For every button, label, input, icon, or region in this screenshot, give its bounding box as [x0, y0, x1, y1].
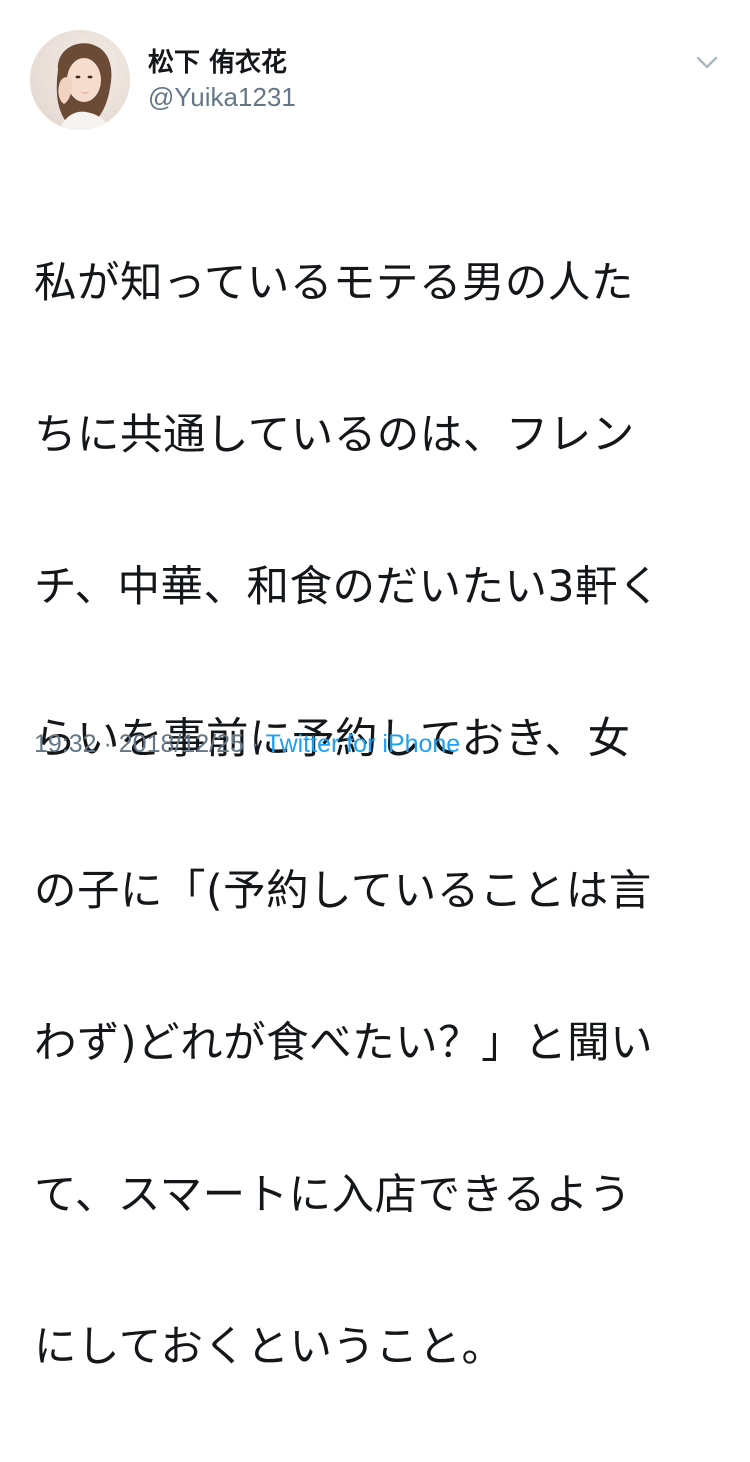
- tweet-text-line: ちに共通しているのは、フレン: [34, 411, 635, 460]
- tweet-time[interactable]: 19:32: [34, 730, 97, 758]
- meta-separator: ·: [243, 730, 266, 758]
- tweet-card: 松下 侑衣花 @Yuika1231 私が知っているモテる男の人た ちに共通してい…: [0, 0, 750, 1372]
- tweet-text-line: の子に「(予約していることは言: [34, 867, 652, 916]
- tweet-text-line: て、スマートに入店できるよう: [34, 1171, 632, 1220]
- avatar[interactable]: [30, 30, 130, 130]
- tweet-text-line: にしておくということ。: [34, 1323, 505, 1372]
- tweet-text-line: わず)どれが食べたい？」と聞い: [34, 1019, 654, 1068]
- tweet-text-line: 私が知っているモテる男の人た: [34, 259, 634, 308]
- chevron-down-icon[interactable]: [692, 50, 722, 74]
- tweet-text: 私が知っているモテる男の人た ちに共通しているのは、フレン チ、中華、和食のだい…: [34, 170, 724, 1462]
- tweet-text-line: チ、中華、和食のだいたい3軒く: [34, 563, 661, 612]
- tweet-source-link[interactable]: Twitter for iPhone: [266, 730, 461, 758]
- tweet-date[interactable]: 2018/12/25: [119, 730, 244, 758]
- meta-separator: ·: [96, 730, 119, 758]
- avatar-photo: [30, 30, 130, 130]
- tweet-header: 松下 侑衣花 @Yuika1231: [30, 24, 730, 134]
- author-handle[interactable]: @Yuika1231: [148, 82, 296, 113]
- author-display-name[interactable]: 松下 侑衣花: [148, 42, 287, 79]
- tweet-meta: 19:32 · 2018/12/25 · Twitter for iPhone: [34, 730, 460, 759]
